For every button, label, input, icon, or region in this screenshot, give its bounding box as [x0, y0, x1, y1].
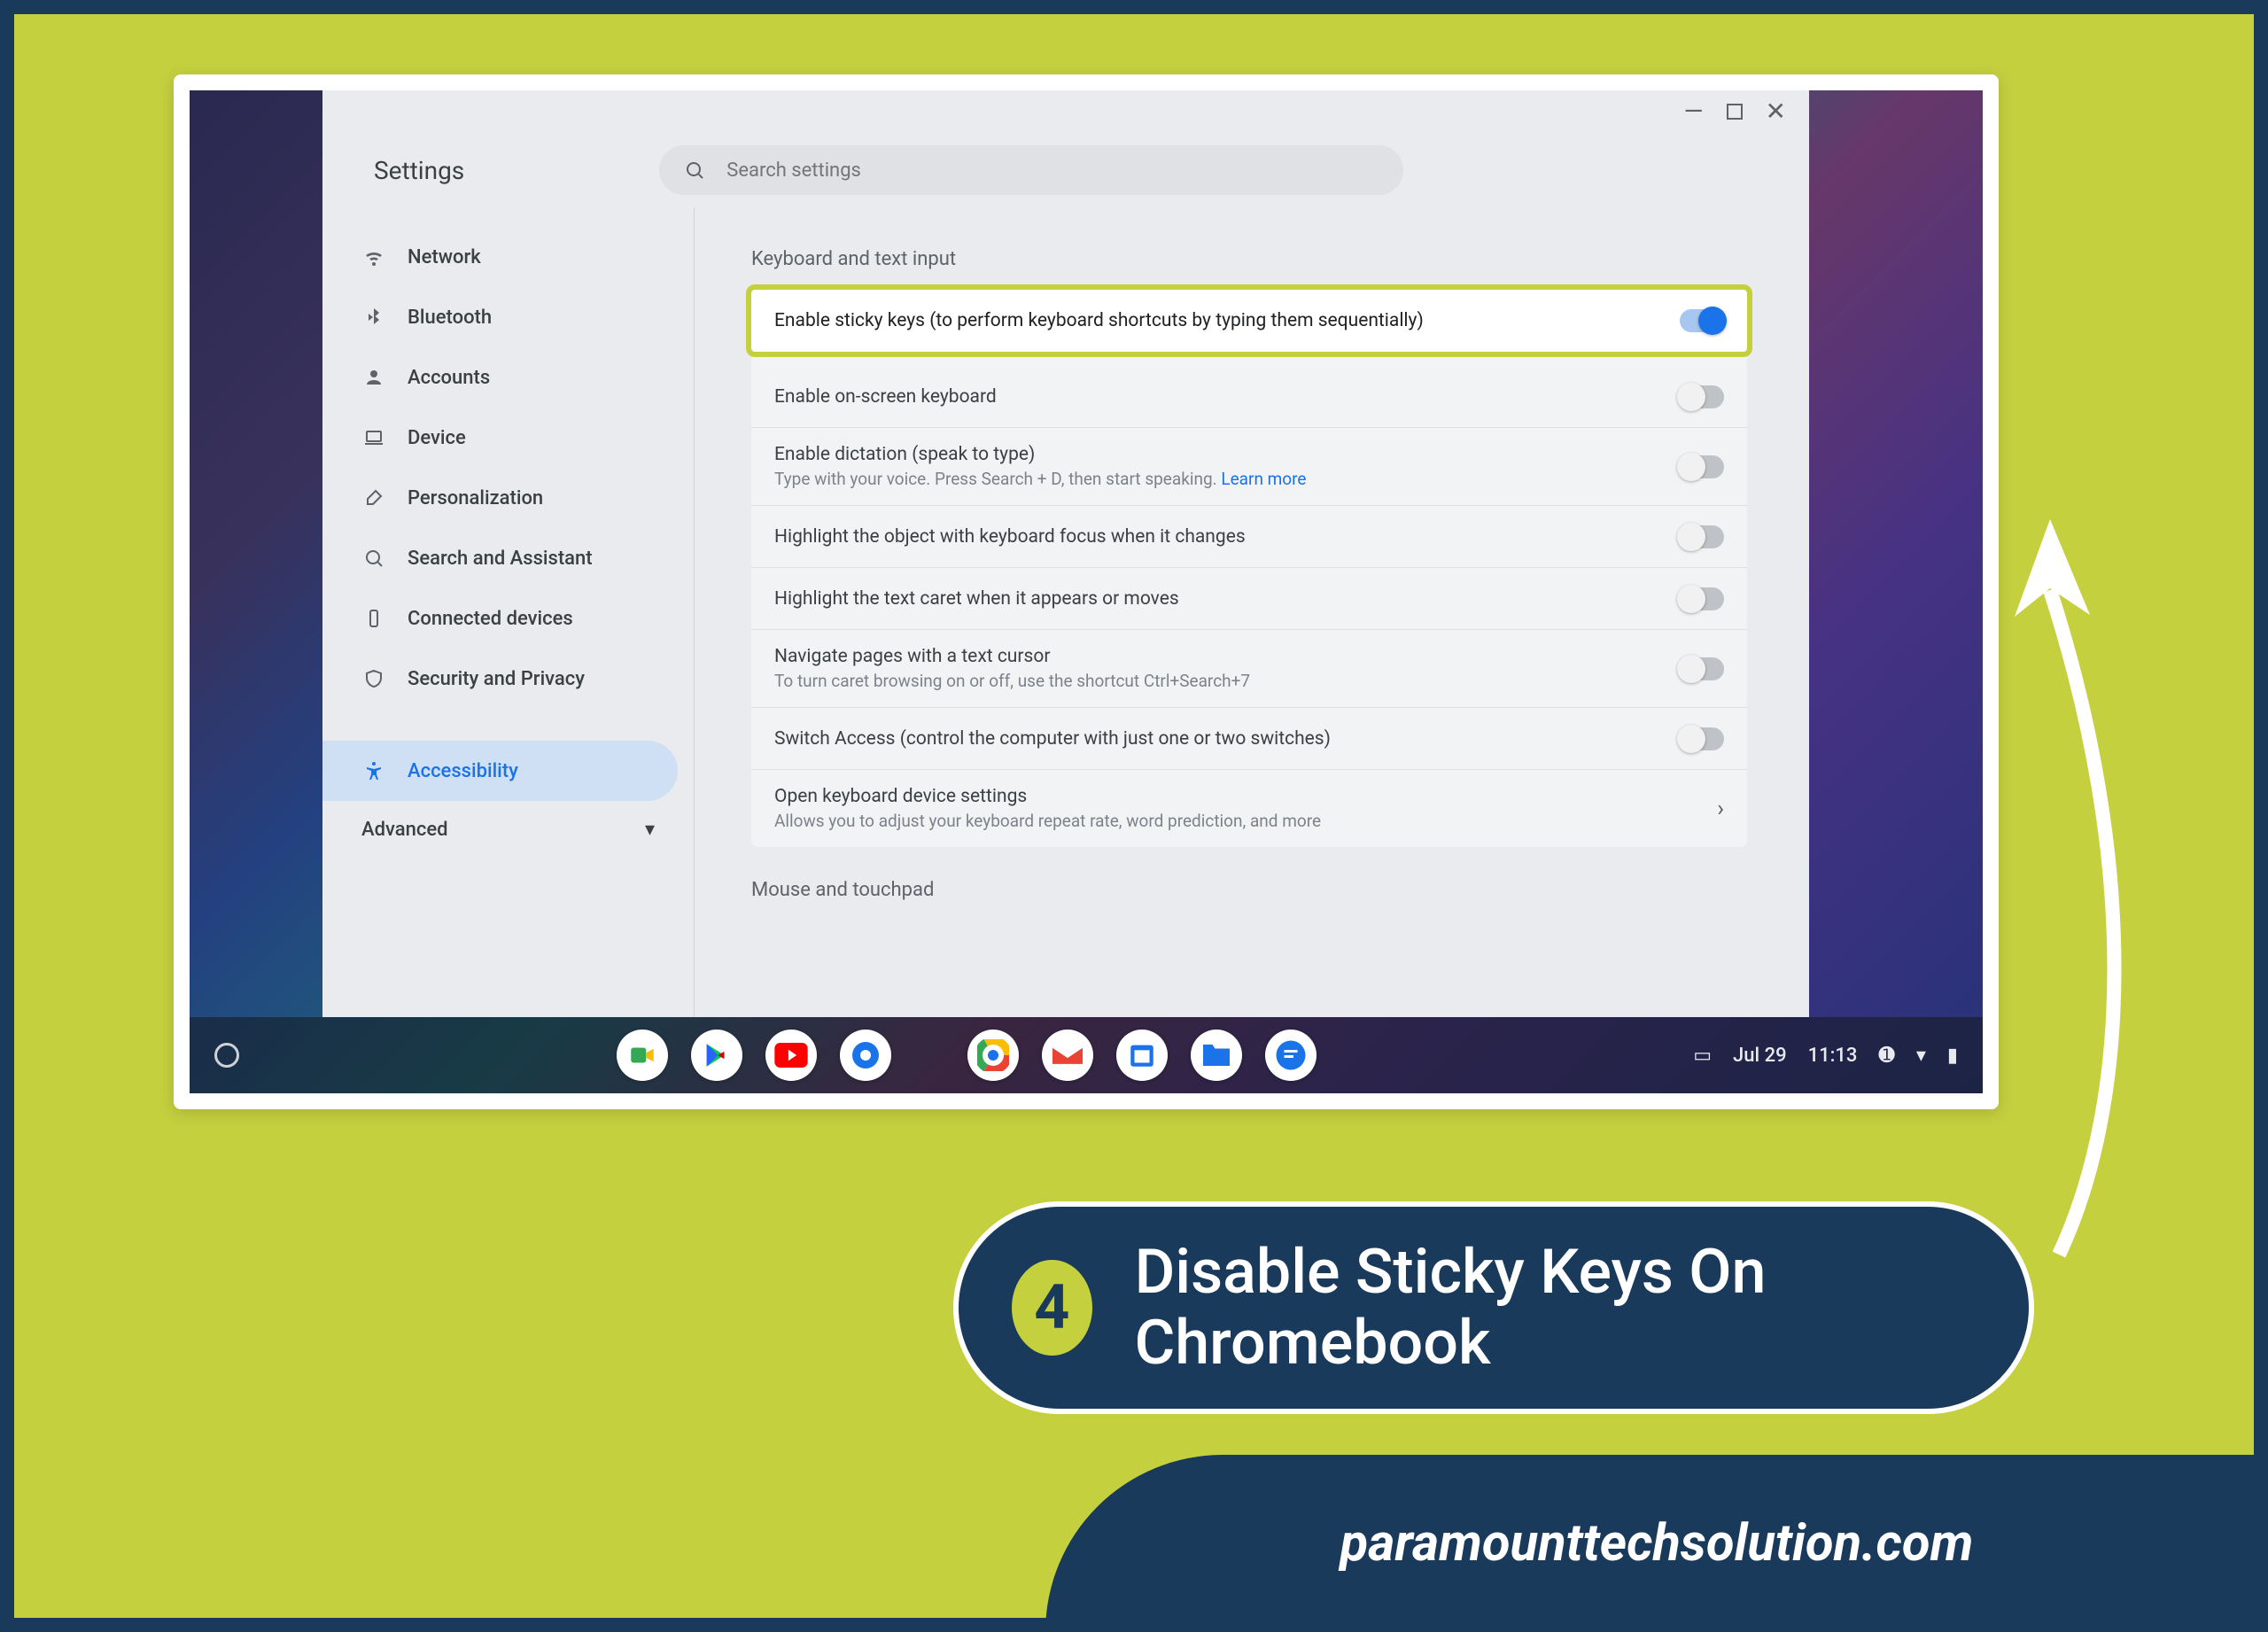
- chevron-right-icon: ›: [1717, 796, 1724, 822]
- sidebar-item-label: Search and Assistant: [408, 548, 593, 570]
- row-label: Navigate pages with a text cursor: [774, 646, 1250, 667]
- toggle-dictation[interactable]: [1680, 455, 1724, 478]
- maximize-icon[interactable]: [1727, 99, 1743, 124]
- person-icon: [361, 365, 386, 390]
- sidebar-item-network[interactable]: Network: [322, 227, 678, 287]
- app-youtube[interactable]: [765, 1030, 817, 1081]
- row-label: Enable sticky keys (to perform keyboard …: [774, 310, 1424, 331]
- brush-icon: [361, 486, 386, 510]
- keyboard-card: Enable sticky keys (to perform keyboard …: [751, 284, 1747, 847]
- shelf-tray[interactable]: ▭ Jul 29 11:13 ➊ ▾ ▮: [1693, 1045, 1958, 1067]
- toggle-sticky-keys[interactable]: [1680, 309, 1724, 332]
- search-input[interactable]: [726, 159, 1379, 182]
- settings-body: Network Bluetooth Accounts Device Person…: [322, 207, 1809, 1017]
- toggle-highlight-focus[interactable]: [1680, 525, 1724, 548]
- sidebar-item-accessibility[interactable]: Accessibility: [322, 741, 678, 801]
- sidebar-item-label: Bluetooth: [408, 307, 492, 329]
- sidebar-item-bluetooth[interactable]: Bluetooth: [322, 287, 678, 347]
- sidebar-item-personalization[interactable]: Personalization: [322, 468, 678, 528]
- step-caption: 4 Disable Sticky Keys On Chromebook: [953, 1201, 2034, 1414]
- sidebar-item-search-assistant[interactable]: Search and Assistant: [322, 528, 678, 588]
- page-title: Settings: [374, 156, 464, 185]
- app-calendar[interactable]: [1116, 1030, 1168, 1081]
- app-files[interactable]: [1191, 1030, 1242, 1081]
- settings-main: Keyboard and text input Enable sticky ke…: [695, 207, 1809, 1017]
- sidebar-item-label: Security and Privacy: [408, 668, 585, 690]
- sidebar-advanced[interactable]: Advanced ▾: [322, 801, 694, 858]
- row-keyboard-settings[interactable]: Open keyboard device settings Allows you…: [751, 770, 1747, 847]
- phone-status-icon: ▭: [1693, 1045, 1712, 1067]
- window-controls: — ✕: [322, 90, 1809, 133]
- row-sublabel: Type with your voice. Press Search + D, …: [774, 469, 1306, 489]
- app-play[interactable]: [691, 1030, 742, 1081]
- row-text-cursor[interactable]: Navigate pages with a text cursor To tur…: [751, 630, 1747, 708]
- shelf-date: Jul 29: [1733, 1045, 1787, 1067]
- row-label: Enable on-screen keyboard: [774, 386, 997, 408]
- app-chrome[interactable]: [967, 1030, 1019, 1081]
- search-bar[interactable]: [659, 145, 1403, 195]
- app-meet[interactable]: [617, 1030, 668, 1081]
- row-sublabel: Allows you to adjust your keyboard repea…: [774, 811, 1321, 831]
- minimize-icon[interactable]: —: [1684, 99, 1704, 124]
- row-highlight-caret[interactable]: Highlight the text caret when it appears…: [751, 568, 1747, 630]
- sidebar-item-label: Accessibility: [408, 760, 518, 782]
- accessibility-icon: [361, 758, 386, 783]
- row-label: Open keyboard device settings: [774, 786, 1321, 807]
- toggle-highlight-caret[interactable]: [1680, 587, 1724, 610]
- section-header-mouse: Mouse and touchpad: [751, 879, 1747, 901]
- row-dictation[interactable]: Enable dictation (speak to type) Type wi…: [751, 428, 1747, 506]
- row-highlight-focus[interactable]: Highlight the object with keyboard focus…: [751, 506, 1747, 568]
- search-icon: [361, 546, 386, 571]
- battery-icon: ▮: [1947, 1045, 1958, 1067]
- sidebar-item-label: Connected devices: [408, 608, 573, 630]
- sidebar-item-label: Accounts: [408, 367, 490, 389]
- screenshot-card: — ✕ Settings Network Bluetooth: [174, 74, 1999, 1109]
- app-messages[interactable]: [1265, 1030, 1317, 1081]
- row-label: Enable dictation (speak to type): [774, 444, 1306, 465]
- row-label: Highlight the object with keyboard focus…: [774, 526, 1246, 548]
- brand-bar: paramounttechsolution.com: [1045, 1455, 2268, 1632]
- wifi-icon: [361, 245, 386, 269]
- settings-window: — ✕ Settings Network Bluetooth: [322, 90, 1809, 1017]
- toggle-text-cursor[interactable]: [1680, 657, 1724, 680]
- sidebar-item-security-privacy[interactable]: Security and Privacy: [322, 649, 678, 709]
- sidebar: Network Bluetooth Accounts Device Person…: [322, 207, 695, 1017]
- toggle-switch-access[interactable]: [1680, 727, 1724, 750]
- chromeos-shelf: ▭ Jul 29 11:13 ➊ ▾ ▮: [190, 1017, 1983, 1093]
- sidebar-item-label: Network: [408, 246, 481, 268]
- app-gmail[interactable]: [1042, 1030, 1093, 1081]
- settings-header: Settings: [322, 133, 1809, 207]
- section-header: Keyboard and text input: [751, 248, 1747, 270]
- learn-more-link[interactable]: Learn more: [1221, 469, 1306, 489]
- sidebar-item-label: Personalization: [408, 487, 543, 509]
- laptop-icon: [361, 425, 386, 450]
- sidebar-advanced-label: Advanced: [361, 819, 448, 841]
- notification-badge-icon: ➊: [1878, 1045, 1894, 1067]
- row-label: Highlight the text caret when it appears…: [774, 588, 1179, 610]
- row-sticky-keys[interactable]: Enable sticky keys (to perform keyboard …: [746, 284, 1752, 357]
- sidebar-item-connected-devices[interactable]: Connected devices: [322, 588, 678, 649]
- shield-icon: [361, 666, 386, 691]
- row-switch-access[interactable]: Switch Access (control the computer with…: [751, 708, 1747, 770]
- row-onscreen-keyboard[interactable]: Enable on-screen keyboard: [751, 366, 1747, 428]
- phone-icon: [361, 606, 386, 631]
- sidebar-item-label: Device: [408, 427, 466, 449]
- shelf-time: 11:13: [1808, 1045, 1858, 1067]
- row-sublabel: To turn caret browsing on or off, use th…: [774, 671, 1250, 691]
- app-settings[interactable]: [840, 1030, 891, 1081]
- step-number: 4: [1012, 1260, 1092, 1356]
- launcher-icon[interactable]: [214, 1043, 239, 1068]
- sidebar-item-device[interactable]: Device: [322, 408, 678, 468]
- wifi-status-icon: ▾: [1916, 1045, 1926, 1067]
- step-title: Disable Sticky Keys On Chromebook: [1135, 1237, 1976, 1379]
- shelf-apps: [239, 1030, 1693, 1081]
- bluetooth-icon: [361, 305, 386, 330]
- search-icon: [684, 159, 705, 181]
- close-icon[interactable]: ✕: [1766, 99, 1786, 124]
- sidebar-item-accounts[interactable]: Accounts: [322, 347, 678, 408]
- chevron-down-icon: ▾: [645, 819, 655, 841]
- toggle-onscreen-keyboard[interactable]: [1680, 385, 1724, 408]
- row-label: Switch Access (control the computer with…: [774, 728, 1331, 750]
